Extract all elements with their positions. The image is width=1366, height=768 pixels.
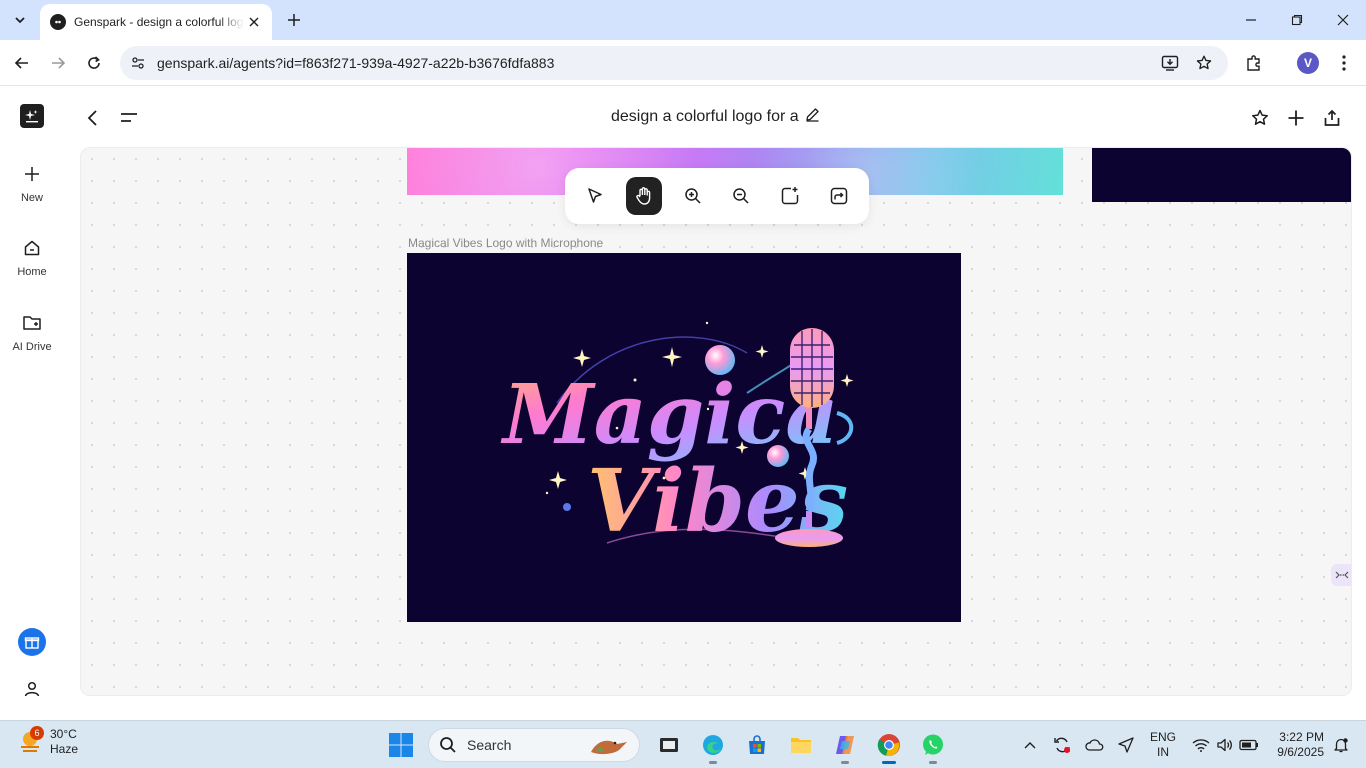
- canvas-toolbar: [565, 168, 869, 224]
- browser-toolbar: genspark.ai/agents?id=f863f271-939a-4927…: [0, 40, 1366, 86]
- home-icon: [20, 236, 44, 260]
- bookmark-star-icon[interactable]: [1194, 53, 1214, 73]
- lang-code: ENG: [1150, 730, 1177, 744]
- close-window-icon[interactable]: [1329, 6, 1357, 34]
- browser-tab-strip: Genspark - design a colorful logo: [0, 0, 1366, 40]
- app-sidebar: New Home AI Drive: [0, 87, 64, 720]
- search-highlight-bird-icon: [591, 740, 627, 755]
- whatsapp-running-indicator: [929, 761, 937, 764]
- menu-lines-icon[interactable]: [117, 106, 141, 130]
- share-upload-icon[interactable]: [1320, 106, 1344, 130]
- browser-tab[interactable]: Genspark - design a colorful logo: [40, 4, 272, 40]
- site-settings-icon[interactable]: [128, 53, 148, 73]
- select-pointer-tool[interactable]: [577, 177, 614, 215]
- chrome-browser-icon[interactable]: [874, 730, 904, 764]
- file-explorer-icon[interactable]: [786, 730, 816, 760]
- clock-date: 9/6/2025: [1277, 745, 1324, 759]
- url-text[interactable]: genspark.ai/agents?id=f863f271-939a-4927…: [157, 55, 554, 71]
- windows-taskbar: 6 30°C Haze Search ENG IN 3:22 PM 9/6/20…: [0, 720, 1366, 768]
- sidebar-item-label: AI Drive: [12, 341, 52, 353]
- fit-to-screen-tool[interactable]: [820, 177, 857, 215]
- user-account-icon[interactable]: [20, 677, 44, 701]
- lang-region: IN: [1157, 745, 1169, 759]
- sidebar-item-label: New: [20, 192, 43, 204]
- hand-pan-tool[interactable]: [625, 177, 663, 215]
- adjacent-image-preview[interactable]: [1092, 148, 1351, 202]
- profile-avatar[interactable]: V: [1296, 51, 1320, 75]
- add-frame-tool[interactable]: [772, 177, 809, 215]
- reload-icon[interactable]: [80, 49, 108, 77]
- forward-arrow-icon[interactable]: [44, 49, 72, 77]
- minimize-window-icon[interactable]: [1237, 6, 1265, 34]
- microsoft-store-icon[interactable]: [742, 730, 772, 760]
- task-view-icon[interactable]: [654, 730, 684, 760]
- sidebar-item-home[interactable]: Home: [0, 236, 64, 278]
- page-title-text: design a colorful logo for a: [611, 108, 799, 125]
- weather-desc: Haze: [50, 742, 79, 756]
- main-header: design a colorful logo for a: [64, 87, 1366, 147]
- zoom-in-tool[interactable]: [674, 177, 711, 215]
- sidebar-item-label: Home: [17, 266, 47, 278]
- search-icon: [440, 737, 456, 753]
- copilot-icon[interactable]: [830, 730, 860, 764]
- page-title[interactable]: design a colorful logo for a: [611, 107, 820, 127]
- edge-running-indicator: [709, 761, 717, 764]
- genspark-logo-icon[interactable]: [20, 104, 44, 128]
- edit-pencil-icon[interactable]: [805, 107, 820, 127]
- tab-search-chevron-icon[interactable]: [8, 8, 32, 32]
- weather-badge: 6: [30, 726, 44, 740]
- close-tab-icon[interactable]: [246, 14, 262, 30]
- gift-icon[interactable]: [18, 628, 46, 656]
- add-plus-icon[interactable]: [1284, 106, 1308, 130]
- tab-title: Genspark - design a colorful logo: [74, 15, 244, 29]
- plus-icon: [20, 162, 44, 186]
- sidebar-item-new[interactable]: New: [0, 162, 64, 204]
- restore-window-icon[interactable]: [1283, 6, 1311, 34]
- show-hidden-icons-chevron-icon[interactable]: [1020, 735, 1040, 755]
- extensions-puzzle-icon[interactable]: [1242, 51, 1266, 75]
- image-caption: Magical Vibes Logo with Microphone: [408, 236, 604, 250]
- weather-text: 30°C Haze: [50, 727, 78, 757]
- search-placeholder: Search: [467, 737, 512, 753]
- genspark-favicon-icon: [50, 14, 66, 30]
- onedrive-cloud-icon[interactable]: [1084, 735, 1104, 755]
- battery-icon[interactable]: [1239, 735, 1259, 755]
- address-bar[interactable]: genspark.ai/agents?id=f863f271-939a-4927…: [120, 46, 1228, 80]
- install-app-icon[interactable]: [1160, 53, 1180, 73]
- taskbar-search-box[interactable]: Search: [428, 728, 640, 762]
- location-arrow-icon[interactable]: [1116, 735, 1136, 755]
- profile-initial: V: [1297, 52, 1319, 74]
- system-clock[interactable]: 3:22 PM 9/6/2025: [1268, 730, 1324, 760]
- input-language-indicator[interactable]: ENG IN: [1150, 730, 1176, 760]
- new-tab-plus-icon[interactable]: [282, 8, 306, 32]
- sidebar-item-ai-drive[interactable]: AI Drive: [0, 311, 64, 353]
- clock-time: 3:22 PM: [1279, 730, 1324, 744]
- copilot-running-indicator: [841, 761, 849, 764]
- chrome-active-indicator: [882, 761, 896, 764]
- design-canvas[interactable]: Magical Vibes Logo with Microphone Magic…: [80, 147, 1352, 696]
- weather-widget[interactable]: 6 30°C Haze: [16, 726, 78, 757]
- collapse-panel-icon[interactable]: [1331, 564, 1351, 586]
- back-chevron-icon[interactable]: [81, 106, 105, 130]
- weather-temp: 30°C: [50, 727, 77, 741]
- generated-logo-image[interactable]: Magica Vibes: [407, 253, 961, 622]
- volume-speaker-icon[interactable]: [1215, 735, 1235, 755]
- sync-notification-icon[interactable]: [1052, 735, 1072, 755]
- haze-weather-icon: 6: [16, 726, 44, 756]
- windows-start-icon[interactable]: [388, 732, 414, 758]
- zoom-out-tool[interactable]: [723, 177, 760, 215]
- edge-browser-icon[interactable]: [698, 730, 728, 764]
- notification-bell-icon[interactable]: [1331, 735, 1351, 755]
- wifi-icon[interactable]: [1191, 735, 1211, 755]
- whatsapp-icon[interactable]: [918, 730, 948, 764]
- folder-icon: [20, 311, 44, 335]
- browser-menu-icon[interactable]: [1332, 51, 1356, 75]
- logo-wordmark-line1: Magica: [500, 367, 838, 463]
- back-arrow-icon[interactable]: [8, 49, 36, 77]
- favorite-star-icon[interactable]: [1248, 106, 1272, 130]
